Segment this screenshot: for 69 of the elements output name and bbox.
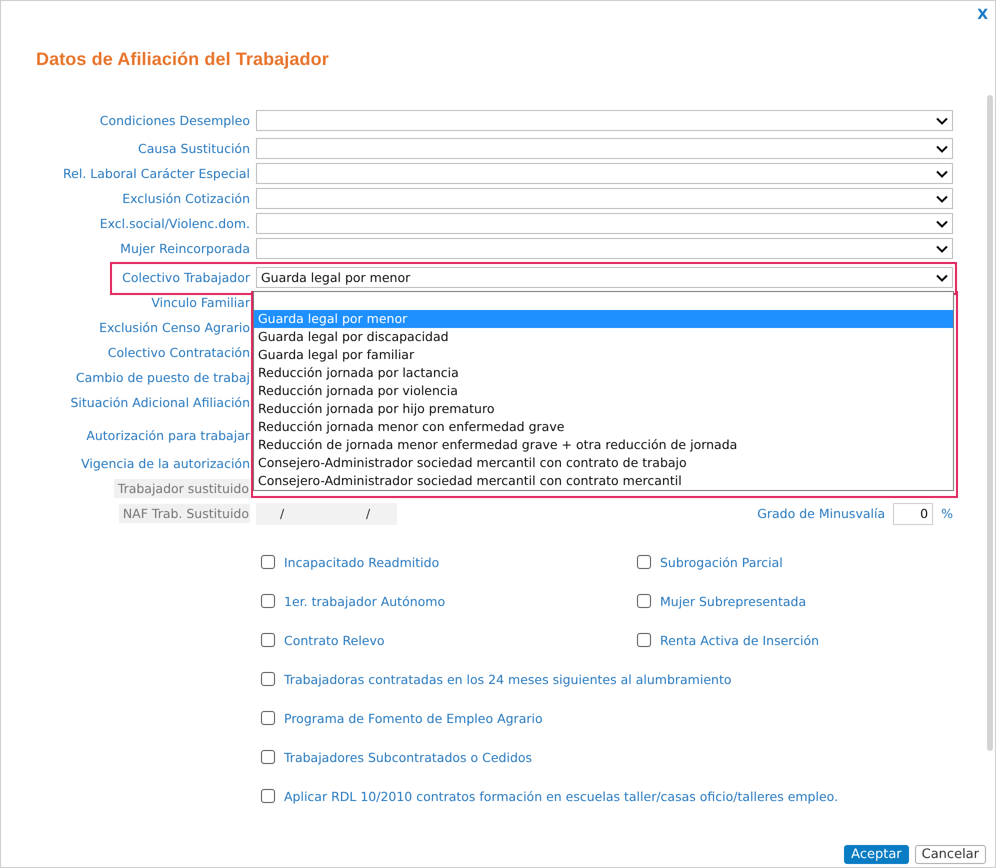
select-field[interactable] [256, 163, 953, 184]
field-label: Exclusión Cotización [122, 191, 250, 206]
field-label: Condiciones Desempleo [100, 113, 250, 128]
close-button[interactable]: X [977, 7, 988, 25]
chevron-down-icon [936, 170, 948, 178]
field-label: Vinculo Familiar [151, 295, 250, 310]
field-label: Grado de Minusvalía [757, 506, 886, 521]
select-field[interactable] [256, 138, 953, 159]
dropdown-option[interactable]: Guarda legal por familiar [254, 346, 953, 364]
dropdown-option[interactable]: Consejero-Administrador sociedad mercantil con contrato mercantil [254, 472, 953, 490]
checkbox-label: Trabajadores Subcontratados o Cedidos [284, 750, 532, 764]
chevron-down-icon [936, 116, 948, 124]
checkbox-label: Trabajadoras contratadas en los 24 meses siguientes al alumbramiento [284, 672, 732, 686]
dropdown-option[interactable]: Consejero-Administrador sociedad mercantil con contrato de trabajo [254, 454, 953, 472]
accept-button[interactable]: Aceptar [844, 845, 909, 864]
dropdown-option[interactable]: Guarda legal por discapacidad [254, 328, 953, 346]
checkbox[interactable] [261, 711, 275, 725]
checkbox-label: Contrato Relevo [284, 632, 385, 648]
field-label: Causa Sustitución [138, 141, 250, 156]
field-label: Situación Adicional Afiliación [70, 395, 250, 410]
dropdown-option[interactable]: Reducción jornada por violencia [254, 382, 953, 400]
field-label: Colectivo Contratación [108, 345, 250, 360]
checkbox[interactable] [637, 594, 651, 608]
dropdown-option[interactable]: Reducción jornada menor con enfermedad grave [254, 418, 953, 436]
dropdown-option[interactable]: Reducción jornada por lactancia [254, 364, 953, 382]
field-label: Cambio de puesto de trabaj [76, 370, 250, 385]
checkbox-label: 1er. trabajador Autónomo [284, 594, 446, 608]
checkbox[interactable] [261, 672, 275, 686]
field-label: Trabajador sustituido [114, 479, 250, 498]
checkbox-label: Aplicar RDL 10/2010 contratos formación en escuelas taller/casas oficio/talleres empleo. [284, 788, 838, 804]
separator-text: / [366, 502, 372, 524]
cancel-button[interactable]: Cancelar [914, 845, 986, 864]
checkbox-label: Programa de Fomento de Empleo Agrario [284, 710, 543, 726]
select-field[interactable] [256, 188, 953, 209]
dropdown-option[interactable]: Reducción jornada por hijo prematuro [254, 400, 953, 418]
checkbox[interactable] [261, 789, 275, 803]
field-label: Rel. Laboral Carácter Especial [63, 166, 250, 181]
checkbox[interactable] [637, 633, 651, 647]
number-field[interactable]: 0 [893, 502, 934, 524]
field-label: Autorización para trabajar [86, 428, 250, 443]
chevron-down-icon [936, 144, 948, 152]
scrollbar[interactable] [987, 95, 993, 751]
checkbox[interactable] [261, 750, 275, 764]
select-field[interactable] [256, 238, 953, 259]
checkbox[interactable] [261, 633, 275, 647]
select-field[interactable] [256, 213, 953, 234]
field-label: Exclusión Censo Agrario [99, 320, 250, 335]
unit-text: % [941, 506, 953, 521]
checkbox-label: Incapacitado Readmitido [284, 554, 440, 570]
dropdown-option[interactable]: Reducción de jornada menor enfermedad grave + otra reducción de jornada [254, 436, 953, 454]
checkbox[interactable] [261, 555, 275, 569]
select-field[interactable] [256, 110, 953, 131]
field-label: Vigencia de la autorización [81, 456, 250, 471]
checkbox-label: Renta Activa de Inserción [660, 632, 820, 648]
chevron-down-icon [936, 274, 948, 282]
checkbox[interactable] [261, 594, 275, 608]
field-label: NAF Trab. Sustituido [118, 504, 250, 523]
field-label: Colectivo Trabajador [122, 270, 250, 285]
checkbox-label: Mujer Subrepresentada [660, 594, 806, 608]
field-label: Excl.social/Violenc.dom. [100, 216, 250, 231]
dialog-title: Datos de Afiliación del Trabajador [36, 49, 330, 70]
select-field[interactable]: Guarda legal por menor [256, 267, 953, 288]
checkbox[interactable] [637, 555, 651, 569]
chevron-down-icon [936, 244, 948, 252]
separator-text: / [280, 502, 286, 524]
chevron-down-icon [936, 194, 948, 202]
field-label: Mujer Reincorporada [120, 241, 250, 256]
chevron-down-icon [936, 220, 948, 228]
checkbox-label: Subrogación Parcial [660, 554, 783, 570]
